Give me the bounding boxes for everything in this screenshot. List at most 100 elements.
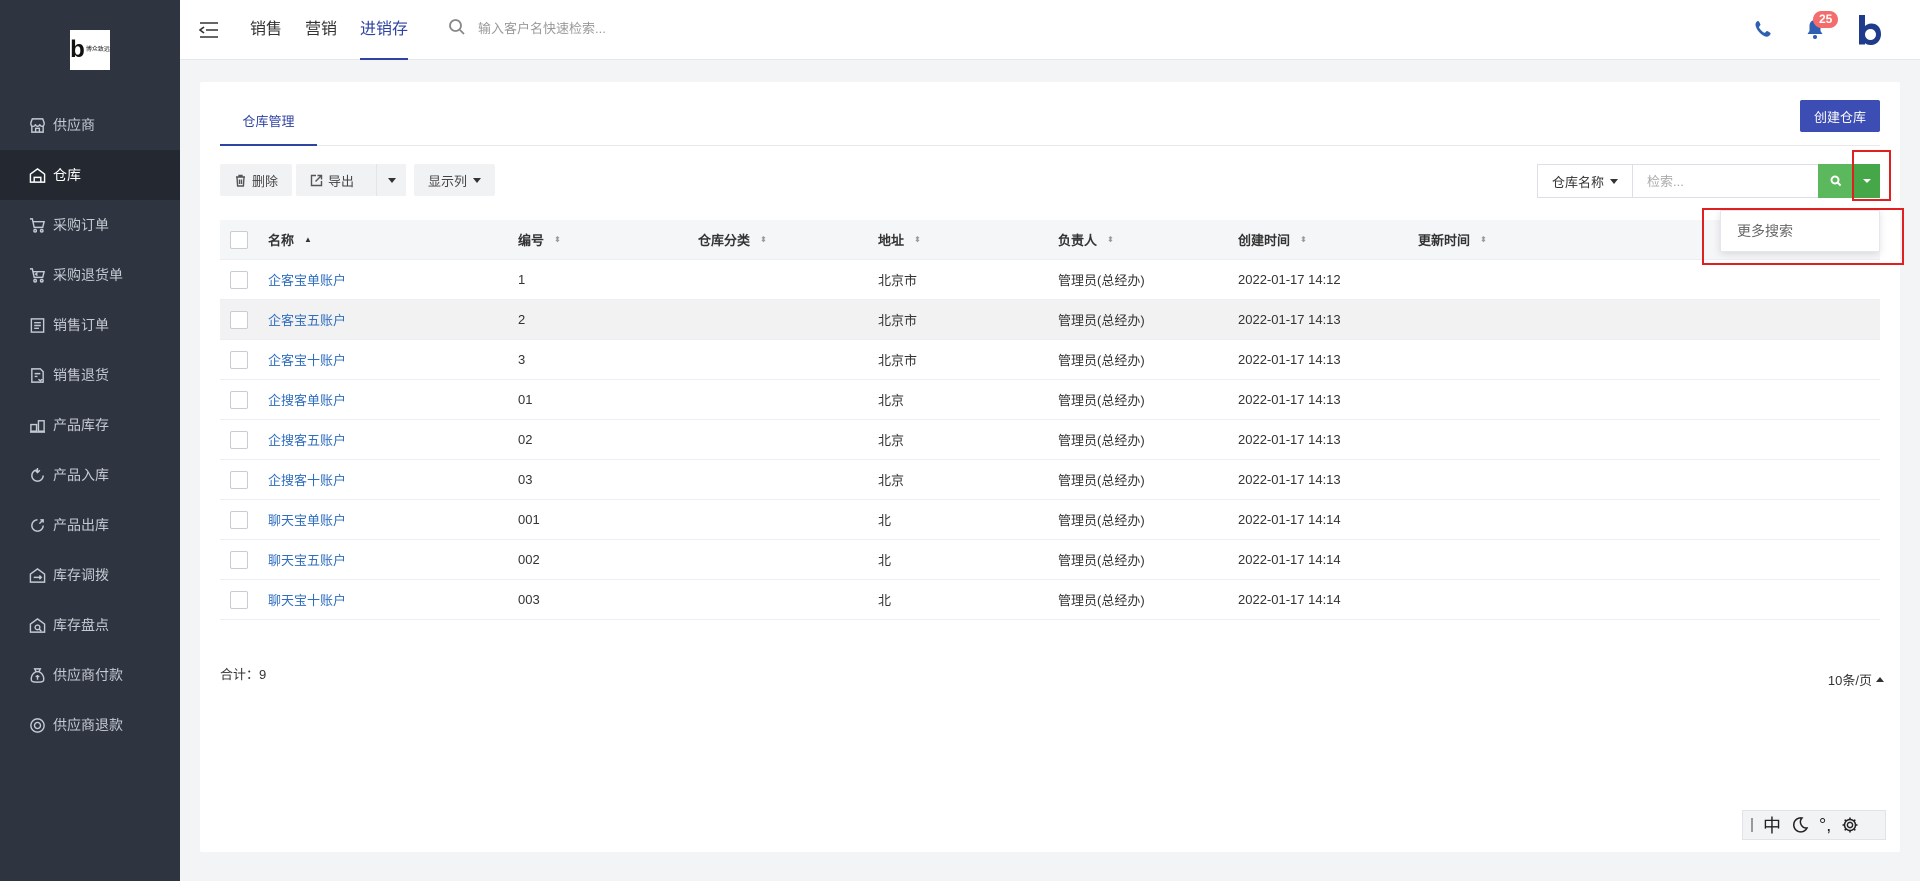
cell-name[interactable]: 企搜客单账户 [268, 390, 518, 409]
row-checkbox[interactable] [230, 390, 248, 409]
sidebar-item-2[interactable]: 采购订单 [0, 200, 180, 250]
sidebar-item-0[interactable]: 供应商 [0, 100, 180, 150]
cell-name[interactable]: 企客宝十账户 [268, 350, 518, 369]
row-checkbox[interactable] [230, 510, 248, 529]
top-tab-inventory[interactable]: 进销存 [360, 0, 409, 60]
row-checkbox[interactable] [230, 430, 248, 449]
cell-created: 2022-01-17 14:13 [1238, 472, 1341, 487]
tab-warehouse-management[interactable]: 仓库管理 [220, 102, 317, 146]
cell-address: 北京 [878, 393, 905, 408]
header-name[interactable]: 名称 ▲ [268, 230, 518, 249]
cell-created: 2022-01-17 14:14 [1238, 552, 1341, 567]
table-row[interactable]: 企客宝单账户 1 北京市 管理员(总经办) 2022-01-17 14:12 [220, 260, 1880, 300]
header-updated[interactable]: 更新时间 ⬍ [1418, 230, 1598, 249]
header-address[interactable]: 地址 ⬍ [878, 230, 1058, 249]
table-row[interactable]: 企搜客单账户 01 北京 管理员(总经办) 2022-01-17 14:13 [220, 380, 1880, 420]
cell-created: 2022-01-17 14:13 [1238, 392, 1341, 407]
header-manager[interactable]: 负责人 ⬍ [1058, 230, 1238, 249]
sort-icon: ⬍ [1480, 234, 1487, 244]
table-row[interactable]: 聊天宝五账户 002 北 管理员(总经办) 2022-01-17 14:14 [220, 540, 1880, 580]
export-icon [310, 174, 323, 186]
top-tab-sales[interactable]: 销售 [250, 0, 282, 60]
cell-name[interactable]: 企搜客十账户 [268, 470, 518, 489]
cell-name[interactable]: 聊天宝十账户 [268, 590, 518, 609]
page-size-select[interactable]: 10条/页 [1828, 670, 1884, 689]
row-checkbox[interactable] [230, 590, 248, 609]
user-avatar[interactable] [1856, 14, 1884, 46]
cell-name[interactable]: 企搜客五账户 [268, 430, 518, 449]
sidebar-item-11[interactable]: 供应商付款 [0, 650, 180, 700]
ime-toolbar: 中 °, [1742, 810, 1886, 840]
table-row[interactable]: 企搜客十账户 03 北京 管理员(总经办) 2022-01-17 14:13 [220, 460, 1880, 500]
drag-handle[interactable] [1751, 818, 1753, 832]
sidebar-item-label: 产品出库 [53, 517, 109, 533]
sidebar-item-6[interactable]: 产品库存 [0, 400, 180, 450]
header-created[interactable]: 创建时间 ⬍ [1238, 230, 1418, 249]
brand-logo[interactable]: b 博众致远 [70, 30, 110, 70]
cell-name[interactable]: 企客宝五账户 [268, 310, 518, 329]
sidebar-item-10[interactable]: 库存盘点 [0, 600, 180, 650]
caret-down-icon [1610, 178, 1618, 184]
trash-icon [236, 174, 245, 187]
top-tab-marketing[interactable]: 营销 [305, 0, 337, 60]
table-row[interactable]: 企搜客五账户 02 北京 管理员(总经办) 2022-01-17 14:13 [220, 420, 1880, 460]
sidebar-item-8[interactable]: 产品出库 [0, 500, 180, 550]
table-row[interactable]: 聊天宝单账户 001 北 管理员(总经办) 2022-01-17 14:14 [220, 500, 1880, 540]
cell-name[interactable]: 企客宝单账户 [268, 270, 518, 289]
search-submit-button[interactable] [1818, 164, 1854, 198]
stocktake-icon [28, 616, 46, 634]
search-field-select[interactable]: 仓库名称 [1536, 164, 1632, 198]
sidebar: b 博众致远 供应商 仓库 采购订单 采购退货单 销售订单 销售退货 产品库存 产品入库产品出… [0, 0, 180, 881]
cell-name[interactable]: 聊天宝单账户 [268, 510, 518, 529]
caret-up-icon [1876, 677, 1884, 682]
ime-language-toggle[interactable]: 中 [1763, 812, 1781, 838]
sort-icon: ⬍ [914, 234, 921, 244]
cell-name[interactable]: 聊天宝五账户 [268, 550, 518, 569]
sidebar-item-1[interactable]: 仓库 [0, 150, 180, 200]
gear-icon[interactable] [1841, 816, 1859, 834]
sidebar-item-7[interactable]: 产品入库 [0, 450, 180, 500]
export-dropdown-toggle[interactable] [376, 164, 407, 196]
store-icon [28, 116, 46, 134]
collapse-menu-icon[interactable] [198, 20, 220, 40]
cell-no: 003 [518, 592, 540, 607]
chevron-down-icon [387, 177, 396, 183]
moon-icon[interactable] [1791, 816, 1809, 834]
warehouse-search-input[interactable] [1632, 164, 1818, 198]
select-all-checkbox[interactable] [230, 230, 248, 249]
cell-no: 2 [518, 312, 526, 327]
cell-created: 2022-01-17 14:13 [1238, 432, 1341, 447]
cart-icon [28, 216, 46, 234]
table-row[interactable]: 聊天宝十账户 003 北 管理员(总经办) 2022-01-17 14:14 [220, 580, 1880, 620]
header-number[interactable]: 编号 ⬍ [518, 230, 698, 249]
sidebar-item-3[interactable]: 采购退货单 [0, 250, 180, 300]
sidebar-item-9[interactable]: 库存调拨 [0, 550, 180, 600]
table-row[interactable]: 企客宝五账户 2 北京市 管理员(总经办) 2022-01-17 14:13 [220, 300, 1880, 340]
cell-no: 1 [518, 272, 526, 287]
cell-manager: 管理员(总经办) [1058, 593, 1145, 608]
row-checkbox[interactable] [230, 470, 248, 489]
phone-icon[interactable] [1753, 19, 1773, 39]
row-checkbox[interactable] [230, 550, 248, 569]
ime-punctuation-toggle[interactable]: °, [1819, 815, 1831, 836]
table-row[interactable]: 企客宝十账户 3 北京市 管理员(总经办) 2022-01-17 14:13 [220, 340, 1880, 380]
sidebar-item-12[interactable]: 供应商退款 [0, 700, 180, 750]
create-warehouse-button[interactable]: 创建仓库 [1799, 100, 1880, 132]
table-header: 名称 ▲ 编号 ⬍ 仓库分类 ⬍ 地址 ⬍ 负责人 ⬍ 创建时间 ⬍ 更新时间 ⬍ [220, 220, 1880, 260]
delete-button[interactable]: 删除 [220, 164, 293, 196]
row-checkbox[interactable] [230, 270, 248, 289]
sidebar-item-5[interactable]: 销售退货 [0, 350, 180, 400]
row-checkbox[interactable] [230, 350, 248, 369]
sidebar-item-4[interactable]: 销售订单 [0, 300, 180, 350]
row-checkbox[interactable] [230, 310, 248, 329]
header-category[interactable]: 仓库分类 ⬍ [698, 230, 878, 249]
warehouse-icon [28, 166, 46, 184]
cell-manager: 管理员(总经办) [1058, 393, 1145, 408]
cell-address: 北 [878, 513, 892, 528]
cell-manager: 管理员(总经办) [1058, 553, 1145, 568]
export-button[interactable]: 导出 [296, 164, 377, 196]
caret-down-icon [473, 177, 482, 183]
customer-search-input[interactable] [478, 21, 698, 36]
show-columns-button[interactable]: 显示列 [414, 164, 496, 196]
table-body: 企客宝单账户 1 北京市 管理员(总经办) 2022-01-17 14:12 企客宝五账户… [220, 260, 1880, 620]
